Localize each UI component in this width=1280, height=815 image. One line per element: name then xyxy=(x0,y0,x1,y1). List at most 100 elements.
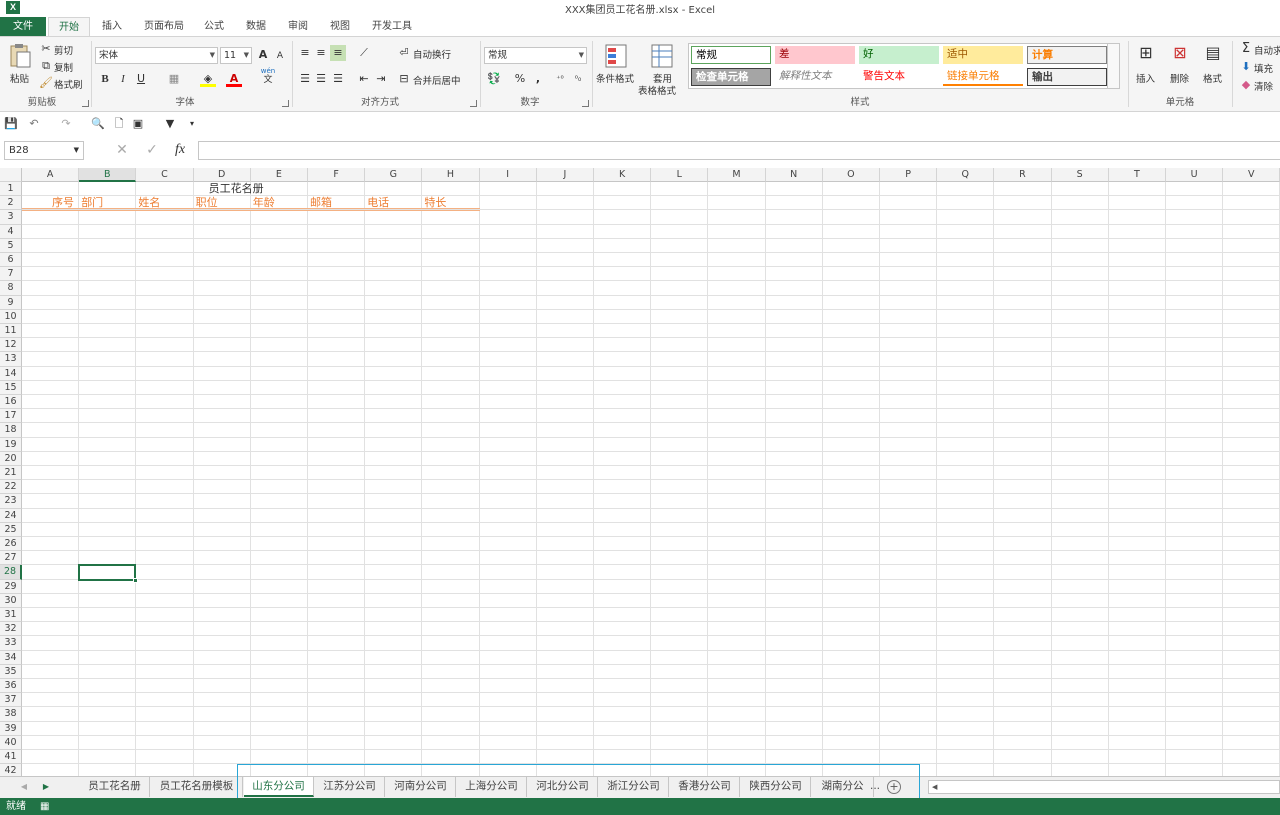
border-icon[interactable]: ▦ xyxy=(166,71,182,87)
cell-style-9[interactable]: 输出 xyxy=(1027,68,1107,86)
cell-style-0[interactable]: 常规 xyxy=(691,46,771,64)
cell-style-7[interactable]: 警告文本 xyxy=(859,68,939,86)
column-header-b[interactable]: B xyxy=(79,168,137,182)
scroll-tabs-left-icon[interactable]: ◀ xyxy=(16,779,32,795)
row-header[interactable]: 42 xyxy=(0,764,22,776)
row-header[interactable]: 12 xyxy=(0,338,22,353)
name-box[interactable]: B28 ▼ xyxy=(4,141,84,160)
row-header[interactable]: 5 xyxy=(0,238,22,253)
cancel-entry-icon[interactable]: ✕ xyxy=(114,142,130,158)
merge-center-button[interactable]: 合并后居中 xyxy=(413,73,461,87)
insert-function-button[interactable]: fx xyxy=(172,142,188,158)
underline-button[interactable]: U xyxy=(133,71,149,87)
tab-formulas[interactable]: 公式 xyxy=(198,17,230,36)
column-header-d[interactable]: D xyxy=(193,168,251,182)
fill-down-icon[interactable]: ⬇ xyxy=(1238,59,1254,75)
comma-button[interactable]: , xyxy=(530,71,546,87)
row-header[interactable]: 8 xyxy=(0,281,22,296)
column-header-o[interactable]: O xyxy=(822,168,880,182)
row-header[interactable]: 29 xyxy=(0,579,22,594)
row-header[interactable]: 26 xyxy=(0,537,22,552)
row-header[interactable]: 39 xyxy=(0,721,22,736)
merge-center-icon[interactable]: ⊟ xyxy=(396,71,412,87)
row-header[interactable]: 10 xyxy=(0,309,22,324)
column-header-m[interactable]: M xyxy=(708,168,766,182)
row-header[interactable]: 19 xyxy=(0,437,22,452)
column-header-k[interactable]: K xyxy=(594,168,652,182)
column-header-r[interactable]: R xyxy=(994,168,1052,182)
percent-button[interactable]: % xyxy=(512,71,528,87)
format-cells-button[interactable]: ▤ 格式 xyxy=(1201,43,1227,93)
tab-review[interactable]: 审阅 xyxy=(282,17,314,36)
row-header[interactable]: 11 xyxy=(0,324,22,339)
row-header[interactable]: 15 xyxy=(0,380,22,395)
column-header-f[interactable]: F xyxy=(308,168,366,182)
column-header-t[interactable]: T xyxy=(1108,168,1166,182)
sheet-title-cell[interactable]: 员工花名册 xyxy=(209,182,264,196)
column-header-v[interactable]: V xyxy=(1223,168,1280,182)
align-top-icon[interactable]: ≡ xyxy=(297,45,313,61)
clipboard-dialog-launcher[interactable] xyxy=(82,100,89,107)
filter-icon[interactable]: ▼ xyxy=(162,116,178,132)
column-header-j[interactable]: J xyxy=(536,168,594,182)
selected-cell[interactable] xyxy=(78,564,137,581)
scroll-left-arrow-icon[interactable]: ◀ xyxy=(932,781,937,793)
format-painter-icon[interactable]: 🖌 xyxy=(38,75,54,91)
align-right-icon[interactable]: ☰ xyxy=(330,71,346,87)
currency-icon[interactable]: 💱 xyxy=(486,71,502,87)
cell-style-8[interactable]: 链接单元格 xyxy=(943,68,1023,86)
row-header[interactable]: 17 xyxy=(0,409,22,424)
sheet-tab[interactable]: 员工花名册 xyxy=(80,777,150,797)
number-format-combo[interactable]: 常规 ▼ xyxy=(484,47,587,64)
select-all-corner[interactable] xyxy=(0,168,22,182)
row-header[interactable]: 9 xyxy=(0,295,22,310)
scissors-icon[interactable]: ✂ xyxy=(38,41,54,57)
align-left-icon[interactable]: ☰ xyxy=(297,71,313,87)
font-dialog-launcher[interactable] xyxy=(282,100,289,107)
fill-button[interactable]: 填充 xyxy=(1254,61,1273,75)
column-header-l[interactable]: L xyxy=(651,168,709,182)
column-header-q[interactable]: Q xyxy=(937,168,995,182)
autosum-button[interactable]: 自动求 xyxy=(1254,43,1280,57)
row-header[interactable]: 38 xyxy=(0,707,22,722)
increase-decimal-icon[interactable]: ⁺⁰ xyxy=(552,71,568,87)
align-bottom-icon[interactable]: ≡ xyxy=(330,45,346,61)
bold-button[interactable]: B xyxy=(97,71,113,87)
tab-insert[interactable]: 插入 xyxy=(96,17,128,36)
clear-button[interactable]: 清除 xyxy=(1254,79,1273,93)
grow-font-button[interactable]: A xyxy=(255,47,271,63)
row-header[interactable]: 25 xyxy=(0,522,22,537)
macro-record-icon[interactable]: ▦ xyxy=(40,798,49,815)
font-size-combo[interactable]: 11 ▼ xyxy=(220,47,252,64)
orientation-icon[interactable]: ⟋ xyxy=(356,45,372,61)
row-header[interactable]: 22 xyxy=(0,480,22,495)
row-header[interactable]: 34 xyxy=(0,650,22,665)
redo-icon[interactable]: ↷ xyxy=(58,116,74,132)
row-header[interactable]: 24 xyxy=(0,508,22,523)
wrap-text-button[interactable]: 自动换行 xyxy=(413,47,451,61)
row-header[interactable]: 36 xyxy=(0,679,22,694)
decrease-decimal-icon[interactable]: ⁰₀ xyxy=(570,71,586,87)
column-header-p[interactable]: P xyxy=(880,168,938,182)
column-header-n[interactable]: N xyxy=(765,168,823,182)
row-header[interactable]: 35 xyxy=(0,664,22,679)
row-header[interactable]: 30 xyxy=(0,593,22,608)
increase-indent-icon[interactable]: ⇥ xyxy=(373,71,389,87)
row-header[interactable]: 41 xyxy=(0,750,22,765)
row-header[interactable]: 31 xyxy=(0,608,22,623)
row-header[interactable]: 40 xyxy=(0,735,22,750)
row-header[interactable]: 20 xyxy=(0,451,22,466)
fill-color-icon[interactable]: ◈ xyxy=(200,71,216,87)
undo-icon[interactable]: ↶ xyxy=(26,116,42,132)
row-header[interactable]: 23 xyxy=(0,494,22,509)
tab-data[interactable]: 数据 xyxy=(240,17,272,36)
styles-gallery-scroll[interactable] xyxy=(1107,44,1119,88)
save-icon[interactable]: 💾 xyxy=(3,116,19,132)
shrink-font-button[interactable]: A xyxy=(272,48,288,64)
sheet-tab[interactable]: 员工花名册模板 xyxy=(151,777,243,797)
format-as-table-button[interactable]: 套用 表格格式 xyxy=(638,41,686,97)
number-dialog-launcher[interactable] xyxy=(582,100,589,107)
font-color-button[interactable]: A xyxy=(226,71,242,87)
row-header[interactable]: 7 xyxy=(0,267,22,282)
cell-style-3[interactable]: 适中 xyxy=(943,46,1023,64)
